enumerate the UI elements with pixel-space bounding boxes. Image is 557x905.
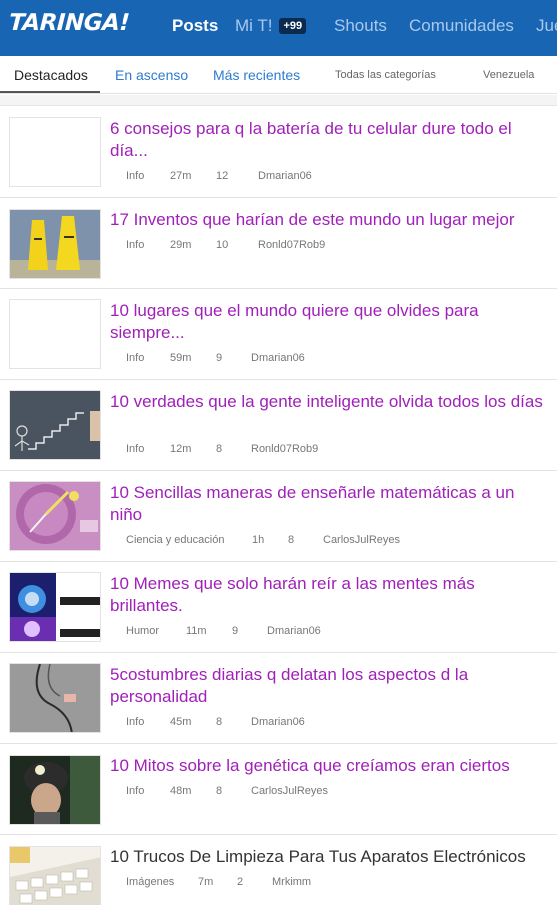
- nav-shouts[interactable]: Shouts: [334, 16, 387, 36]
- post-item[interactable]: 10 lugares que el mundo quiere que olvid…: [0, 289, 557, 380]
- post-points: 8: [216, 443, 223, 455]
- post-category[interactable]: Info: [126, 716, 144, 728]
- active-tab-indicator: [0, 91, 100, 93]
- top-navigation-bar: TARINGA! Posts Mi T! +99 Shouts Comunidad…: [0, 0, 557, 56]
- post-author[interactable]: Dmarian06: [251, 352, 305, 364]
- post-author[interactable]: CarlosJulReyes: [323, 534, 400, 546]
- post-category[interactable]: Info: [126, 170, 144, 182]
- brain-meme-image: [10, 573, 100, 641]
- post-author[interactable]: Dmarian06: [267, 625, 321, 637]
- post-title[interactable]: 6 consejos para q la batería de tu celul…: [110, 118, 550, 162]
- post-title[interactable]: 10 lugares que el mundo quiere que olvid…: [110, 300, 550, 344]
- post-category[interactable]: Ciencia y educación: [126, 534, 224, 546]
- post-category[interactable]: Info: [126, 785, 144, 797]
- wire-image: [10, 664, 100, 732]
- post-time: 27m: [170, 170, 192, 182]
- post-item[interactable]: 6 consejos para q la batería de tu celul…: [0, 107, 557, 198]
- post-thumbnail[interactable]: [9, 663, 101, 733]
- post-title[interactable]: 10 Trucos De Limpieza Para Tus Aparatos …: [110, 846, 550, 868]
- post-points: 8: [288, 534, 295, 546]
- post-category[interactable]: Info: [126, 239, 144, 251]
- nav-mi-t-label: Mi T!: [235, 16, 273, 35]
- post-item[interactable]: 10 Sencillas maneras de enseñarle matemá…: [0, 471, 557, 562]
- post-thumbnail[interactable]: [9, 117, 101, 187]
- post-author[interactable]: Ronld07Rob9: [251, 443, 318, 455]
- tab-mas-recientes[interactable]: Más recientes: [213, 67, 300, 83]
- post-thumbnail[interactable]: [9, 846, 101, 905]
- post-time: 29m: [170, 239, 192, 251]
- post-author[interactable]: Ronld07Rob9: [258, 239, 325, 251]
- post-category[interactable]: Imágenes: [126, 876, 174, 888]
- post-item[interactable]: 10 Trucos De Limpieza Para Tus Aparatos …: [0, 835, 557, 905]
- post-category[interactable]: Info: [126, 352, 144, 364]
- post-item[interactable]: 10 Mitos sobre la genética que creíamos …: [0, 744, 557, 835]
- post-thumbnail[interactable]: [9, 572, 101, 642]
- post-author[interactable]: Dmarian06: [258, 170, 312, 182]
- post-thumbnail[interactable]: [9, 209, 101, 279]
- post-category[interactable]: Humor: [126, 625, 159, 637]
- post-time: 11m: [186, 625, 207, 637]
- post-points: 8: [216, 785, 223, 797]
- post-title[interactable]: 17 Inventos que harían de este mundo un …: [110, 209, 550, 231]
- chalkboard-image: [10, 391, 100, 459]
- post-title[interactable]: 10 verdades que la gente inteligente olv…: [110, 391, 550, 413]
- post-author[interactable]: Mrkimm: [272, 876, 311, 888]
- notification-badge: +99: [279, 18, 307, 34]
- tab-en-ascenso[interactable]: En ascenso: [115, 67, 188, 83]
- post-title[interactable]: 5costumbres diarias q delatan los aspect…: [110, 664, 550, 708]
- category-selector[interactable]: Todas las categorías: [335, 69, 436, 81]
- post-title[interactable]: 10 Memes que solo harán reír a las mente…: [110, 573, 550, 617]
- taringa-logo[interactable]: TARINGA!: [8, 10, 130, 36]
- post-category[interactable]: Info: [126, 443, 144, 455]
- post-time: 12m: [170, 443, 192, 455]
- post-points: 9: [232, 625, 239, 637]
- post-thumbnail[interactable]: [9, 390, 101, 460]
- post-author[interactable]: Dmarian06: [251, 716, 305, 728]
- post-title[interactable]: 10 Sencillas maneras de enseñarle matemá…: [110, 482, 550, 526]
- post-points: 2: [237, 876, 244, 888]
- post-thumbnail[interactable]: [9, 481, 101, 551]
- post-time: 7m: [198, 876, 214, 888]
- nav-juegos[interactable]: Jue: [536, 16, 557, 36]
- post-author[interactable]: CarlosJulReyes: [251, 785, 328, 797]
- post-points: 8: [216, 716, 223, 728]
- country-selector[interactable]: Venezuela: [483, 69, 534, 81]
- purple-clock-image: [10, 482, 100, 550]
- post-time: 59m: [170, 352, 192, 364]
- post-time: 1h: [252, 534, 265, 546]
- child-helmet-image: [10, 756, 100, 824]
- keyboard-image: [10, 847, 100, 905]
- post-points: 9: [216, 352, 223, 364]
- post-points: 12: [216, 170, 229, 182]
- list-separator: [0, 95, 557, 106]
- nav-posts[interactable]: Posts: [172, 16, 218, 36]
- post-item[interactable]: 10 Memes que solo harán reír a las mente…: [0, 562, 557, 653]
- post-item[interactable]: 5costumbres diarias q delatan los aspect…: [0, 653, 557, 744]
- post-thumbnail[interactable]: [9, 299, 101, 369]
- post-points: 10: [216, 239, 229, 251]
- feed-filter-bar: Destacados En ascenso Más recientes Toda…: [0, 56, 557, 94]
- post-item[interactable]: 10 verdades que la gente inteligente olv…: [0, 380, 557, 471]
- nav-mi-t[interactable]: Mi T! +99: [235, 16, 307, 36]
- post-time: 45m: [170, 716, 192, 728]
- post-title[interactable]: 10 Mitos sobre la genética que creíamos …: [110, 755, 550, 777]
- post-thumbnail[interactable]: [9, 755, 101, 825]
- tab-destacados[interactable]: Destacados: [14, 67, 88, 83]
- yellow-figures-image: [10, 210, 100, 278]
- post-item[interactable]: 17 Inventos que harían de este mundo un …: [0, 198, 557, 289]
- nav-comunidades[interactable]: Comunidades: [409, 16, 514, 36]
- post-time: 48m: [170, 785, 192, 797]
